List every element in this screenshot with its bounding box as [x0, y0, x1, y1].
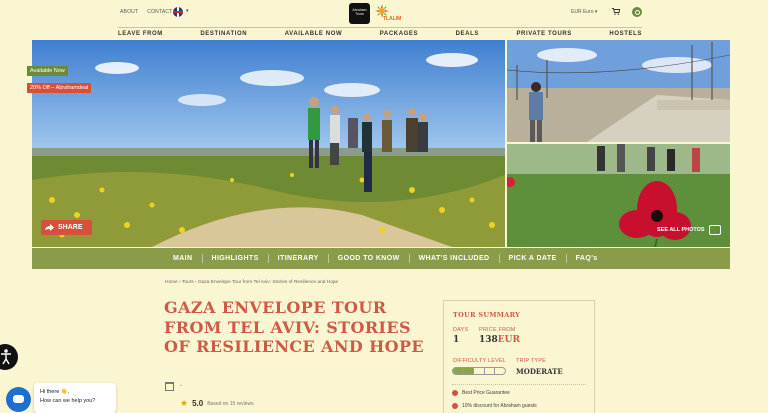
price-currency: EUR: [497, 335, 520, 345]
price-amount: 138: [479, 335, 498, 345]
tab-main[interactable]: MAIN: [164, 254, 202, 263]
search-button[interactable]: [632, 7, 642, 17]
summary-divider: [452, 384, 586, 385]
tour-tabs: MAIN HIGHLIGHTS ITINERARY GOOD TO KNOW W…: [32, 248, 730, 269]
about-link[interactable]: ABOUT: [120, 9, 138, 15]
perk-best-price: Best Price Guarantee: [452, 390, 510, 396]
discount-badge: 20% Off – Abrahamdeal: [27, 83, 92, 93]
available-now-badge: Available Now: [27, 66, 68, 76]
cart-icon[interactable]: [612, 8, 620, 15]
difficulty-segment: [463, 368, 475, 374]
tab-highlights[interactable]: HIGHLIGHTS: [201, 254, 268, 263]
nav-deals[interactable]: DEALS: [456, 31, 479, 38]
price-label: PRICE FROM: [479, 327, 516, 333]
hero-photo-flower-field[interactable]: [32, 40, 505, 247]
chat-bubble[interactable]: Hi there 👋, How can we help you?: [34, 383, 116, 413]
nav-destination[interactable]: DESTINATION: [200, 31, 247, 38]
star-icon: ★: [180, 398, 189, 408]
chevron-down-icon[interactable]: ▾: [186, 8, 189, 14]
contact-link[interactable]: CONTACT: [147, 9, 172, 15]
reviews-count: Based on 15 reviews: [207, 400, 254, 407]
badge-icon: [452, 403, 458, 409]
difficulty-segment: [495, 368, 505, 374]
nav-private-tours[interactable]: PRIVATE TOURS: [516, 31, 571, 38]
rating-score: 5.0: [192, 399, 204, 408]
abraham-logo[interactable]: Abraham Tours: [349, 3, 370, 24]
tab-pick-a-date[interactable]: PICK A DATE: [498, 254, 566, 263]
tab-itinerary[interactable]: ITINERARY: [267, 254, 328, 263]
tour-summary-card: TOUR SUMMARY DAYS 1 PRICE FROM 138EUR DI…: [443, 300, 595, 413]
perk-label: 10% discount for Abraham guests: [462, 403, 537, 409]
abraham-logo-text: Abraham Tours: [352, 8, 367, 16]
difficulty-segment: [485, 368, 496, 374]
perk-label: Best Price Guarantee: [462, 390, 510, 396]
difficulty-bar: [452, 367, 506, 375]
calendar-icon: [165, 382, 174, 391]
see-all-photos-button[interactable]: SEE ALL PHOTOS: [657, 225, 721, 235]
accessibility-button[interactable]: [0, 344, 18, 370]
trip-type-value: MODERATE: [516, 367, 563, 376]
badge-icon: [452, 390, 458, 396]
perk-discount: 10% discount for Abraham guests: [452, 403, 537, 409]
chat-prompt: How can we help you?: [40, 398, 96, 404]
share-arrow-icon: [45, 224, 54, 231]
difficulty-segment: [474, 368, 485, 374]
tab-good-to-know[interactable]: GOOD TO KNOW: [327, 254, 409, 263]
price-value: 138EUR: [479, 335, 520, 345]
main-nav: LEAVE FROM DESTINATION AVAILABLE NOW PAC…: [118, 27, 642, 38]
days-value: 1: [453, 335, 460, 345]
currency-label: EUR Euro: [571, 9, 594, 15]
photo-border-road[interactable]: [507, 40, 730, 142]
tab-faqs[interactable]: FAQ's: [565, 254, 607, 263]
nav-leave-from[interactable]: LEAVE FROM: [118, 31, 163, 38]
see-all-photos-label: SEE ALL PHOTOS: [657, 227, 705, 233]
nav-available-now[interactable]: AVAILABLE NOW: [285, 31, 343, 38]
share-button[interactable]: SHARE: [41, 220, 92, 235]
days-label: DAYS: [453, 327, 469, 333]
summary-title: TOUR SUMMARY: [453, 311, 521, 319]
uk-flag-icon[interactable]: [173, 7, 183, 17]
tlalim-logo[interactable]: TLALIM: [373, 3, 415, 24]
chat-button[interactable]: [6, 387, 31, 412]
tour-date: -: [180, 383, 182, 389]
chat-greeting: Hi there 👋,: [40, 389, 70, 395]
nav-packages[interactable]: PACKAGES: [380, 31, 418, 38]
top-links: ABOUT CONTACT: [120, 9, 172, 15]
share-label: SHARE: [58, 224, 83, 231]
gallery-icon: [708, 225, 721, 235]
photo-gallery: [32, 40, 730, 247]
top-bar: ABOUT CONTACT ▾ Abraham Tours TLALIM EUR…: [0, 0, 768, 26]
nav-hostels[interactable]: HOSTELS: [609, 31, 642, 38]
tab-whats-included[interactable]: WHAT'S INCLUDED: [408, 254, 499, 263]
page-title: GAZA ENVELOPE TOUR FROM TEL AVIV: STORIE…: [164, 298, 425, 356]
currency-selector[interactable]: EUR Euro ▾: [571, 9, 597, 15]
tlalim-logo-text: TLALIM: [383, 16, 402, 22]
accessibility-icon: [1, 349, 11, 365]
breadcrumb[interactable]: Home › Tours › Gaza Envelope Tour from T…: [165, 280, 338, 285]
difficulty-label: DIFFICULTY LEVEL: [453, 358, 507, 364]
difficulty-segment: [453, 368, 464, 374]
trip-type-label: TRIP TYPE: [516, 358, 547, 364]
rating[interactable]: ★ 5.0 Based on 15 reviews: [180, 398, 254, 409]
